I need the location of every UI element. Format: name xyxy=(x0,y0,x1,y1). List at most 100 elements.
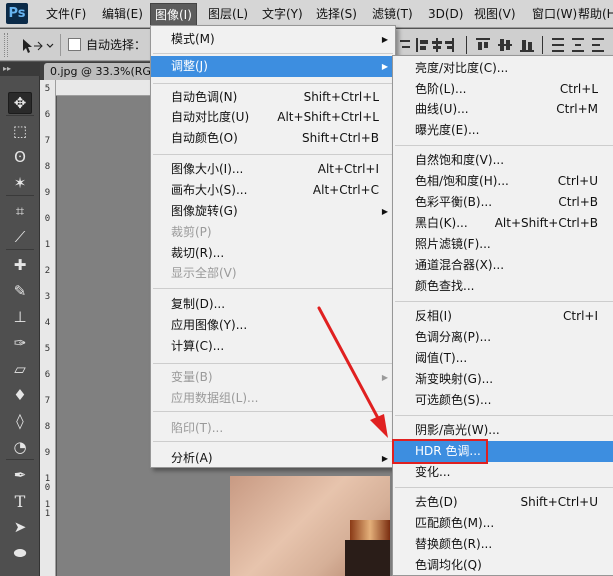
menu-item-label: 阴影/高光(W)... xyxy=(415,423,500,437)
image-menu-item[interactable]: 自动颜色(O) Shift+Ctrl+B xyxy=(151,128,395,149)
menu-item-label: 曲线(U)... xyxy=(415,102,469,116)
menu-item-label: 分析(A) xyxy=(171,451,213,465)
adjust-menu-item[interactable]: 曝光度(E)... xyxy=(393,120,613,141)
image-menu-item: 应用数据组(L)... xyxy=(151,388,395,409)
adjust-menu-item[interactable]: 通道混合器(X)... xyxy=(393,255,613,276)
menubar-item[interactable]: 3D(D) xyxy=(424,5,467,24)
ruler-label: 9 xyxy=(44,188,51,198)
options-bar-grip[interactable] xyxy=(4,33,8,57)
menu-item-label: 阈值(T)... xyxy=(415,351,468,365)
move-tool-icon[interactable]: ✥ xyxy=(8,92,32,114)
menu-item-label: 计算(C)... xyxy=(171,339,225,353)
image-menu-item[interactable]: 自动色调(N) Shift+Ctrl+L xyxy=(151,87,395,108)
menu-item-label: 自动色调(N) xyxy=(171,90,238,104)
image-menu-item[interactable]: 图像旋转(G) ▶ xyxy=(151,201,395,222)
image-menu-item[interactable]: 图像大小(I)... Alt+Ctrl+I xyxy=(151,159,395,180)
clone-stamp-tool-icon[interactable]: ⊥ xyxy=(8,306,32,328)
adjust-menu-item[interactable]: 阈值(T)... xyxy=(393,348,613,369)
adjust-menu-item[interactable]: 阴影/高光(W)... xyxy=(393,420,613,441)
adjust-menu-item[interactable]: 渐变映射(G)... xyxy=(393,369,613,390)
move-tool-preset-icon[interactable] xyxy=(20,37,56,55)
type-tool-icon[interactable]: T xyxy=(8,490,32,512)
submenu-arrow-icon: ▶ xyxy=(381,207,388,216)
menu-bar: Ps 文件(F) 编辑(E) 图像(I) 图层(L) 文字(Y) 选择(S) 滤镜(T) 3D… xyxy=(0,0,613,28)
brush-tool-icon[interactable]: ✎ xyxy=(8,280,32,302)
menubar-item[interactable]: 图层(L) xyxy=(204,5,252,24)
toolbox: ✥ ⬚ ʘ ✶ ⌗ ⟋ ✚ ✎ ⊥ ✑ ▱ ♦ ◊ ◔ ✒ T ➤ ⬬ xyxy=(0,76,40,576)
adjust-menu-item[interactable]: 色彩平衡(B)... Ctrl+B xyxy=(393,192,613,213)
menu-item-shortcut: Ctrl+U xyxy=(557,174,598,188)
image-menu-item[interactable]: 调整(J) ▶ xyxy=(151,56,395,77)
crop-tool-icon[interactable]: ⌗ xyxy=(8,200,32,222)
adjust-menu-item[interactable]: 去色(D) Shift+Ctrl+U xyxy=(393,492,613,513)
eraser-tool-icon[interactable]: ▱ xyxy=(8,358,32,380)
paint-bucket-tool-icon[interactable]: ♦ xyxy=(8,384,32,406)
horizontal-ruler xyxy=(56,80,156,96)
image-menu-item[interactable]: 裁切(R)... xyxy=(151,243,395,264)
adjust-menu-item[interactable]: 可选颜色(S)... xyxy=(393,390,613,411)
magic-wand-tool-icon[interactable]: ✶ xyxy=(8,172,32,194)
menu-item-label: 色阶(L)... xyxy=(415,82,467,96)
menu-item-label: 变化... xyxy=(415,465,451,479)
menu-item-label: 复制(D)... xyxy=(171,297,226,311)
adjust-menu-item[interactable]: 变化... xyxy=(393,462,613,483)
adjust-menu-item[interactable]: 曲线(U)... Ctrl+M xyxy=(393,99,613,120)
image-menu-item[interactable]: 分析(A) ▶ xyxy=(151,448,395,469)
adjust-menu-item[interactable]: 亮度/对比度(C)... xyxy=(393,58,613,79)
menubar-item[interactable]: 文件(F) xyxy=(42,5,90,24)
menu-item-label: 显示全部(V) xyxy=(171,266,237,280)
menu-item-shortcut: Alt+Shift+Ctrl+B xyxy=(494,216,598,230)
adjust-menu-item[interactable]: 色调分离(P)... xyxy=(393,327,613,348)
menubar-item[interactable]: 图像(I) xyxy=(150,3,197,26)
history-brush-tool-icon[interactable]: ✑ xyxy=(8,332,32,354)
menubar-item[interactable]: 视图(V) xyxy=(470,5,520,24)
image-menu-item[interactable]: 模式(M) ▶ xyxy=(151,29,395,50)
eyedropper-tool-icon[interactable]: ⟋ xyxy=(8,226,32,248)
image-menu-item: 变量(B) ▶ xyxy=(151,367,395,388)
document-tab[interactable]: 0.jpg @ 33.3%(RGB/8) xyxy=(44,63,154,80)
shape-tool-icon[interactable]: ⬬ xyxy=(8,542,32,564)
menu-separator xyxy=(153,53,393,54)
menu-item-label: 自动对比度(U) xyxy=(171,110,250,124)
adjust-menu-item[interactable]: 自然饱和度(V)... xyxy=(393,150,613,171)
adjust-menu-item[interactable]: 黑白(K)... Alt+Shift+Ctrl+B xyxy=(393,213,613,234)
menu-item-label: 色彩平衡(B)... xyxy=(415,195,493,209)
adjust-menu-item[interactable]: 匹配颜色(M)... xyxy=(393,513,613,534)
marquee-tool-icon[interactable]: ⬚ xyxy=(8,120,32,142)
ruler-label: 9 xyxy=(44,448,51,458)
adjust-menu-item[interactable]: 替换颜色(R)... xyxy=(393,534,613,555)
auto-select-checkbox[interactable] xyxy=(68,38,81,51)
path-selection-tool-icon[interactable]: ➤ xyxy=(8,516,32,538)
align-icons[interactable] xyxy=(400,34,613,56)
menu-item-label: 模式(M) xyxy=(171,32,215,46)
menubar-item[interactable]: 滤镜(T) xyxy=(368,5,417,24)
dodge-tool-icon[interactable]: ◔ xyxy=(8,436,32,458)
adjust-menu-item[interactable]: 反相(I) Ctrl+I xyxy=(393,306,613,327)
image-menu-item[interactable]: 画布大小(S)... Alt+Ctrl+C xyxy=(151,180,395,201)
menu-item-label: 去色(D) xyxy=(415,495,458,509)
adjust-menu-item[interactable]: 色调均化(Q) xyxy=(393,555,613,576)
image-menu-item[interactable]: 应用图像(Y)... xyxy=(151,315,395,336)
adjust-menu-item[interactable]: 照片滤镜(F)... xyxy=(393,234,613,255)
image-menu-item[interactable]: 计算(C)... xyxy=(151,336,395,357)
image-menu-item[interactable]: 自动对比度(U) Alt+Shift+Ctrl+L xyxy=(151,107,395,128)
adjust-menu-item[interactable]: 颜色查找... xyxy=(393,276,613,297)
lasso-tool-icon[interactable]: ʘ xyxy=(8,146,32,168)
adjust-menu-item[interactable]: 色阶(L)... Ctrl+L xyxy=(393,79,613,100)
adjust-menu-item[interactable]: 色相/饱和度(H)... Ctrl+U xyxy=(393,171,613,192)
toolbox-collapse-handle[interactable]: ▸▸ xyxy=(0,62,40,76)
menubar-item[interactable]: 帮助(H) xyxy=(574,5,613,24)
blur-tool-icon[interactable]: ◊ xyxy=(8,410,32,432)
document-image-detail xyxy=(350,520,390,540)
image-menu-item[interactable]: 复制(D)... xyxy=(151,294,395,315)
menu-separator xyxy=(395,487,613,488)
menubar-item[interactable]: 选择(S) xyxy=(312,5,361,24)
menu-separator xyxy=(153,441,393,442)
pen-tool-icon[interactable]: ✒ xyxy=(8,464,32,486)
menubar-item[interactable]: 编辑(E) xyxy=(98,5,147,24)
menu-item-label: 色调均化(Q) xyxy=(415,558,482,572)
menu-item-label: 照片滤镜(F)... xyxy=(415,237,491,251)
menubar-item[interactable]: 文字(Y) xyxy=(258,5,307,24)
healing-brush-tool-icon[interactable]: ✚ xyxy=(8,254,32,276)
menu-item-label: 匹配颜色(M)... xyxy=(415,516,495,530)
